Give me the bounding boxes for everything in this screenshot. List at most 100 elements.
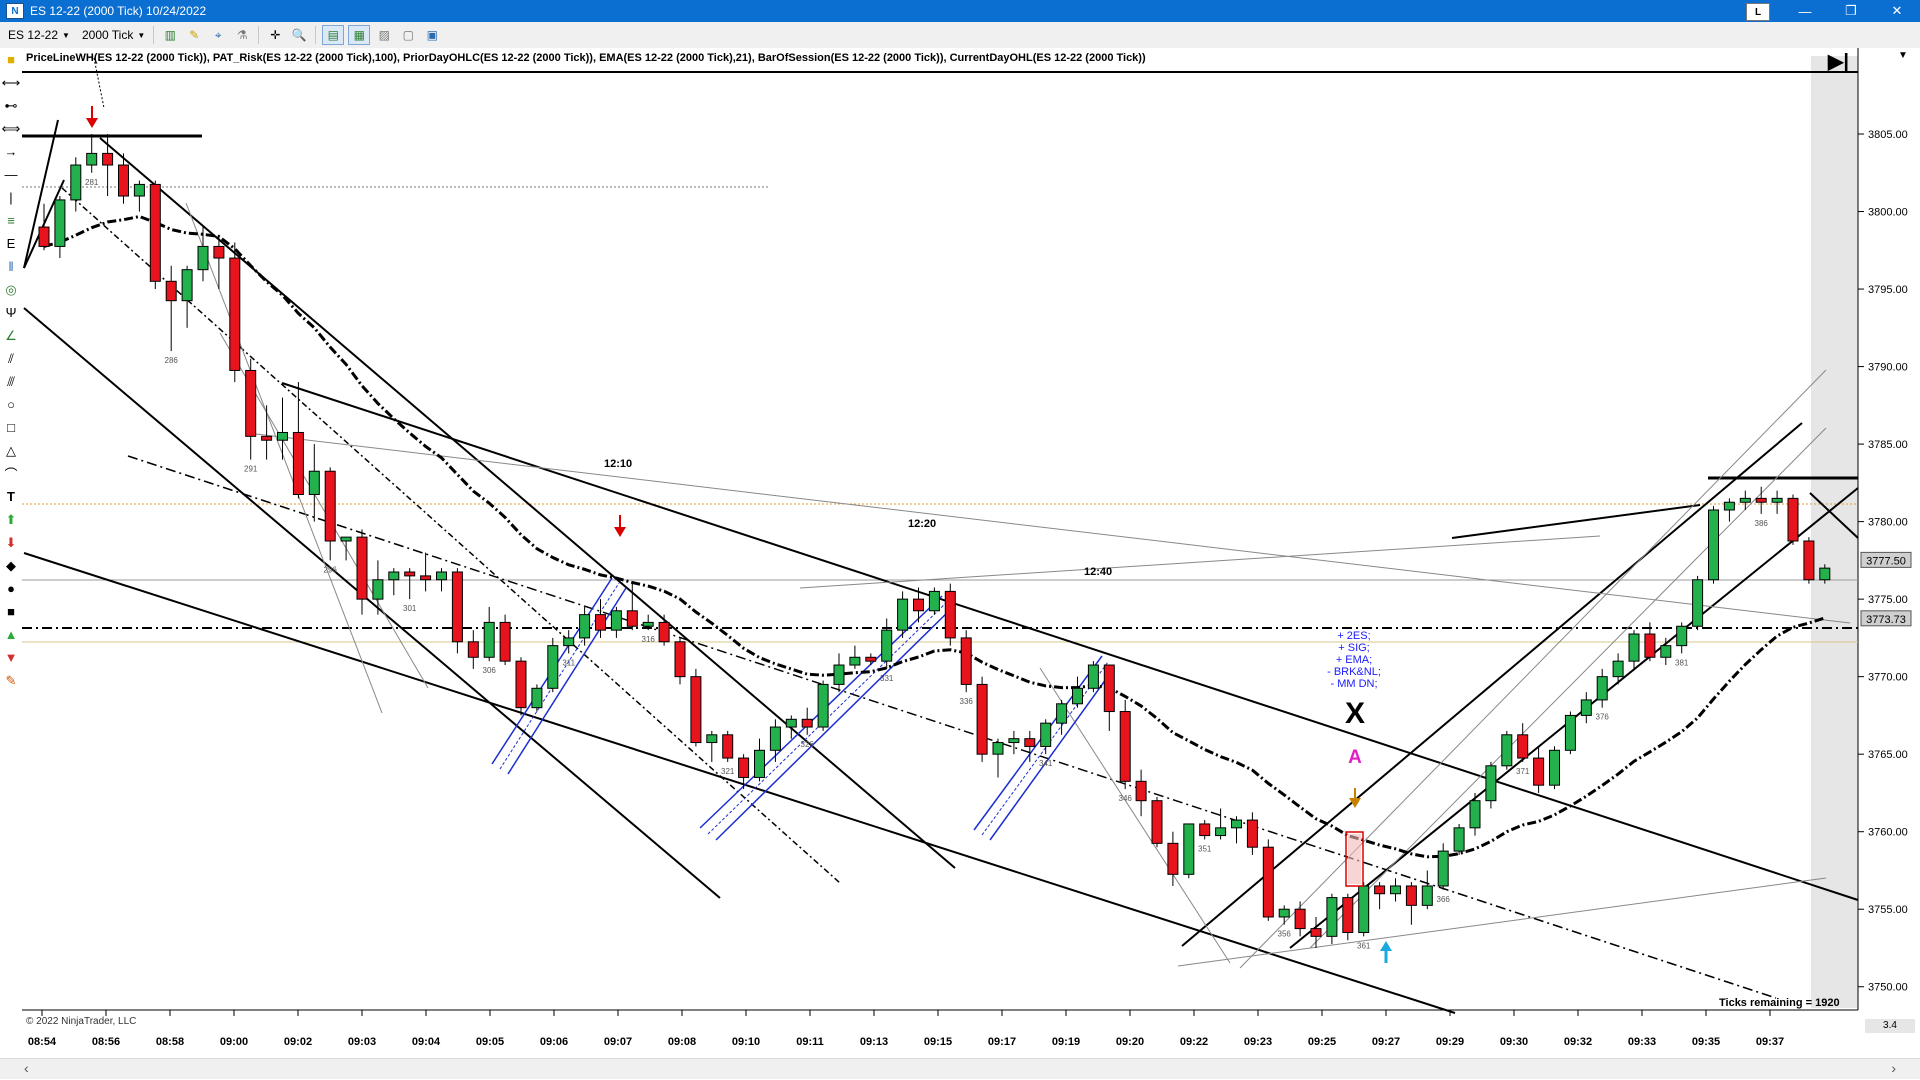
time-tick-label: 09:19	[1052, 1036, 1080, 1048]
time-tick-label: 09:32	[1564, 1036, 1592, 1048]
price-marker-label: 3777.50	[1866, 555, 1906, 567]
bar-number: 286	[165, 356, 179, 365]
time-tick-label: 09:33	[1628, 1036, 1656, 1048]
indicators-icon[interactable]: ⌖	[208, 26, 228, 44]
candle-body	[324, 470, 336, 542]
candle-body	[865, 656, 877, 662]
candle-body	[928, 590, 940, 612]
strategies-icon[interactable]: ⚗	[232, 26, 252, 44]
instrument-selector[interactable]: ES 12-22 ▼	[4, 26, 74, 44]
candle	[1501, 730, 1513, 770]
candle	[515, 657, 527, 716]
candle	[928, 587, 940, 615]
toolbar-divider	[315, 26, 317, 44]
zoom-icon[interactable]: 🔍	[289, 26, 309, 44]
time-tick-label: 09:02	[284, 1036, 312, 1048]
price-tick-label: 3785.00	[1868, 439, 1908, 451]
candle-body	[1310, 928, 1322, 937]
crosshair-icon[interactable]: ✛	[265, 26, 285, 44]
candle-body	[1549, 749, 1560, 786]
properties-icon[interactable]: ▢	[398, 26, 418, 44]
candle-body	[1326, 897, 1338, 937]
time-tick-label: 09:27	[1372, 1036, 1400, 1048]
time-tick-label: 09:23	[1244, 1036, 1272, 1048]
time-tick-label: 09:15	[924, 1036, 952, 1048]
candle-body	[133, 183, 145, 197]
interval-label: 2000 Tick	[81, 28, 134, 42]
candle-body	[340, 536, 352, 542]
candle	[690, 668, 702, 747]
candle-body	[674, 641, 686, 678]
close-button[interactable]: ✕	[1874, 0, 1920, 22]
candle-body	[595, 614, 606, 631]
price-tick-label: 3760.00	[1868, 827, 1908, 839]
candle-body	[118, 164, 129, 197]
chevron-down-icon[interactable]: ▼	[1898, 50, 1908, 61]
candle-body	[1405, 885, 1417, 906]
candle-body	[229, 257, 241, 371]
snapshot-icon[interactable]: ▨	[374, 26, 394, 44]
time-tick-label: 09:00	[220, 1036, 248, 1048]
price-tick-label: 3775.00	[1868, 594, 1908, 606]
time-tick-label: 08:58	[156, 1036, 184, 1048]
bar-number: 356	[1278, 930, 1292, 939]
candle-body	[881, 629, 893, 662]
candle-body	[960, 637, 972, 685]
candle	[547, 637, 559, 693]
price-marker-label: 3773.73	[1866, 614, 1906, 626]
candle-body	[1072, 687, 1083, 705]
bar-number: 381	[1675, 658, 1689, 667]
candle	[149, 180, 161, 290]
horizontal-scrollbar[interactable]: ‹ ›	[0, 1058, 1920, 1079]
candle-body	[420, 575, 432, 581]
price-axis-scale-box[interactable]: 3.4	[1865, 1019, 1915, 1033]
chart-background	[22, 48, 1920, 1058]
time-tick-label: 09:29	[1436, 1036, 1464, 1048]
time-tick-label: 09:25	[1308, 1036, 1336, 1048]
minimize-button[interactable]: —	[1782, 0, 1828, 22]
multi-series-icon[interactable]: ▣	[422, 26, 442, 44]
time-tick-label: 09:22	[1180, 1036, 1208, 1048]
interval-selector[interactable]: 2000 Tick ▼	[77, 26, 150, 44]
scroll-right-icon[interactable]: ›	[1891, 1060, 1896, 1076]
restore-button[interactable]: ❐	[1828, 0, 1874, 22]
candle-body	[658, 621, 670, 643]
candle-body	[1294, 908, 1306, 930]
data-box-icon[interactable]: ▦	[348, 25, 371, 45]
candle-body	[1660, 645, 1672, 658]
ticks-remaining: Ticks remaining = 1920	[1719, 997, 1840, 1009]
price-chart[interactable]: ▶| 3805.00 3800.00 3795.00 3790.00 3785.00 37…	[0, 48, 1920, 1058]
candle-body	[1469, 800, 1481, 829]
price-tick-label: 3765.00	[1868, 749, 1908, 761]
candle-body	[1533, 757, 1545, 786]
candle-body	[1056, 703, 1068, 724]
scroll-to-end-icon[interactable]: ▶|	[1827, 51, 1849, 73]
bar-number: 291	[244, 465, 258, 474]
chart-style-icon[interactable]: ▥	[160, 26, 180, 44]
bar-number: 321	[721, 767, 735, 776]
time-tick-label: 09:03	[348, 1036, 376, 1048]
link-lock-button[interactable]: L	[1746, 3, 1770, 21]
candle-body	[1342, 897, 1354, 933]
candle-body	[976, 683, 988, 755]
candle-body	[436, 571, 447, 581]
bar-number: 331	[880, 674, 894, 683]
scroll-left-icon[interactable]: ‹	[24, 1060, 29, 1076]
time-tick-label: 09:37	[1756, 1036, 1784, 1048]
candle	[1787, 494, 1799, 545]
candle-body	[563, 637, 575, 647]
candle-body	[1087, 664, 1099, 689]
chart-trader-icon[interactable]: ▤	[322, 25, 345, 45]
price-tick-label: 3795.00	[1868, 284, 1908, 296]
candle-body	[372, 579, 384, 600]
instrument-label: ES 12-22	[8, 28, 59, 42]
time-tick-label: 09:30	[1500, 1036, 1528, 1048]
candle	[451, 568, 463, 654]
bar-number: 341	[1039, 759, 1053, 768]
candle-body	[738, 757, 750, 778]
signal-line: - MM DN;	[1330, 678, 1377, 690]
copyright-text: © 2022 NinjaTrader, LLC	[26, 1016, 137, 1027]
drawing-tool-icon[interactable]: ✎	[184, 26, 204, 44]
candle-body	[1421, 885, 1433, 906]
candle-body	[1612, 660, 1624, 678]
